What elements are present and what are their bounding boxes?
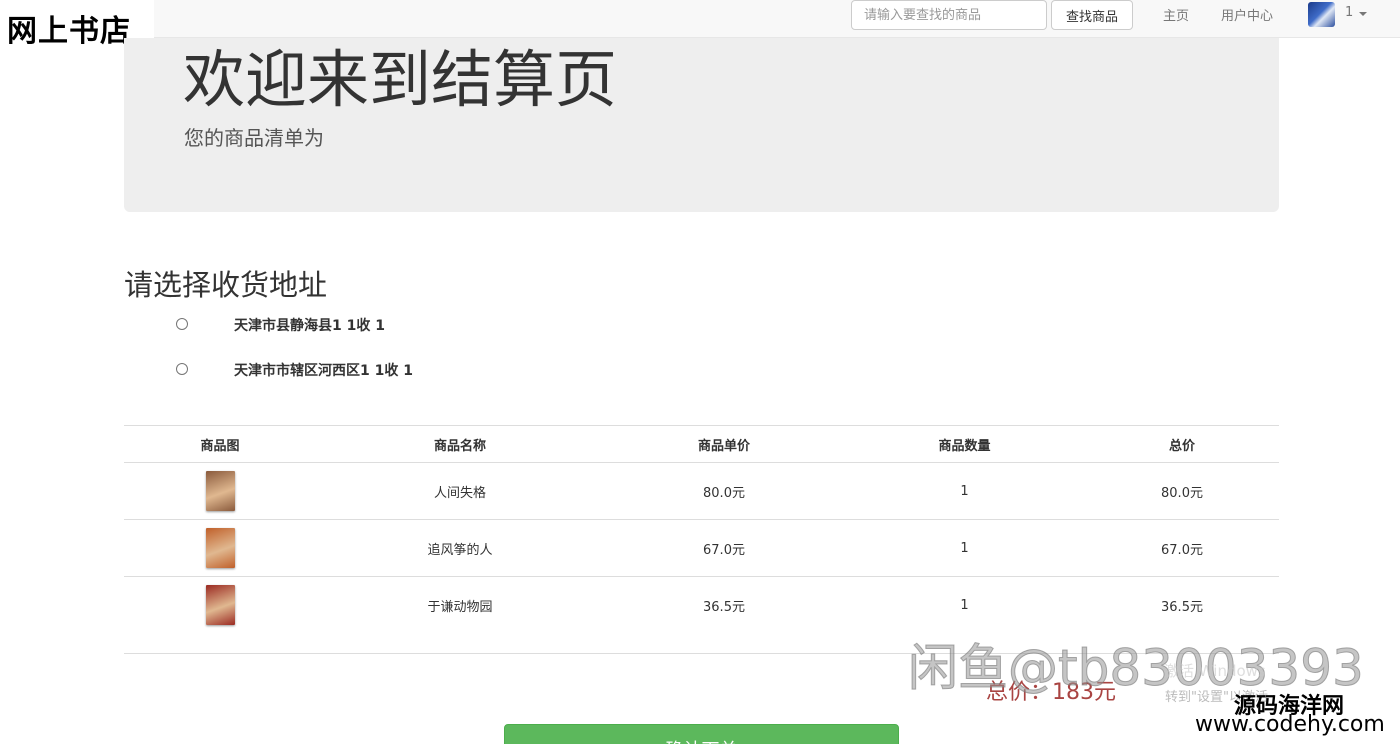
column-header-image: 商品图 [124, 425, 316, 463]
cell-quantity: 1 [960, 597, 969, 613]
cell-name: 人间失格 [316, 462, 604, 520]
site-watermark-url: www.codehy.com [1195, 712, 1385, 737]
book-cover-image[interactable] [205, 585, 235, 626]
address-heading: 请选择收货地址 [124, 268, 328, 302]
cell-quantity: 1 [844, 462, 1085, 520]
address-radio[interactable] [176, 363, 188, 375]
table-row: 于谦动物园 36.5元 1 36.5元 [124, 577, 1279, 634]
cell-price: 36.5元 [703, 599, 745, 615]
address-text: 天津市县静海县1 1收 1 [234, 318, 385, 334]
cell-price: 80.0元 [604, 462, 844, 520]
address-option[interactable]: 天津市县静海县1 1收 1 [176, 314, 385, 334]
user-dropdown-label[interactable]: 1 [1345, 5, 1353, 20]
address-text: 天津市市辖区河西区1 1收 1 [234, 363, 413, 379]
table-header-row: 商品图 商品名称 商品单价 商品数量 总价 [124, 425, 1279, 463]
confirm-order-button[interactable]: 确认下单 [504, 724, 899, 744]
brand-logo[interactable]: 网上书店 [0, 0, 154, 49]
cell-total: 80.0元 [1085, 462, 1279, 520]
jumbotron: 欢迎来到结算页 您的商品清单为 [124, 38, 1279, 212]
cell-name: 追风筝的人 [316, 519, 604, 577]
cell-quantity: 1 [844, 519, 1085, 577]
column-header-price: 商品单价 [604, 425, 844, 463]
page-subtitle: 您的商品清单为 [184, 126, 324, 150]
top-navbar: 网上书店 查找商品 主页 用户中心 1 [0, 0, 1400, 49]
windows-activation-text: 激活 Windows [1164, 662, 1266, 680]
column-header-total: 总价 [1085, 425, 1279, 463]
table-row: 追风筝的人 67.0元 1 67.0元 [124, 519, 1279, 577]
order-table: 商品图 商品名称 商品单价 商品数量 总价 人间失格 80.0元 1 80.0元… [124, 425, 1279, 634]
search-input[interactable] [851, 0, 1047, 30]
avatar[interactable] [1308, 2, 1335, 27]
cell-total: 67.0元 [1085, 519, 1279, 577]
page-title: 欢迎来到结算页 [183, 43, 618, 116]
column-header-quantity: 商品数量 [844, 425, 1085, 463]
cell-total: 36.5元 [1161, 599, 1203, 615]
table-row: 人间失格 80.0元 1 80.0元 [124, 462, 1279, 520]
chevron-down-icon[interactable] [1359, 12, 1367, 16]
nav-home-link[interactable]: 主页 [1163, 5, 1189, 24]
cell-price: 67.0元 [604, 519, 844, 577]
book-cover-image[interactable] [205, 528, 235, 568]
cell-name: 于谦动物园 [427, 599, 493, 615]
nav-user-center-link[interactable]: 用户中心 [1221, 5, 1273, 24]
column-header-name: 商品名称 [316, 425, 604, 463]
address-radio[interactable] [176, 318, 188, 330]
book-cover-image[interactable] [205, 471, 235, 511]
address-option[interactable]: 天津市市辖区河西区1 1收 1 [176, 359, 413, 379]
search-button[interactable]: 查找商品 [1051, 0, 1133, 30]
